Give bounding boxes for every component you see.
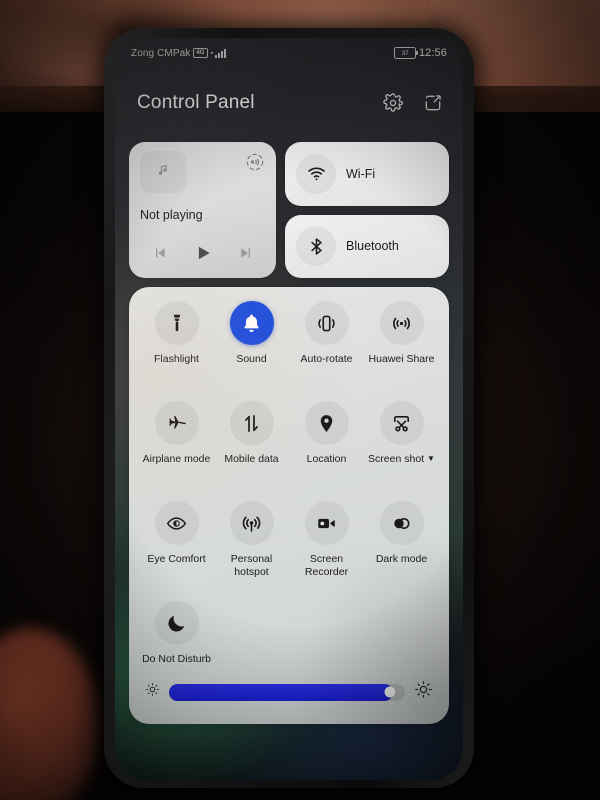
brightness-slider[interactable]	[169, 683, 405, 701]
next-track-button[interactable]	[238, 245, 254, 266]
toggle-label: Dark mode	[375, 553, 428, 565]
music-note-icon	[155, 161, 172, 183]
sun-large-icon	[414, 680, 433, 704]
album-art-placeholder	[140, 151, 186, 193]
sun-small-icon	[145, 682, 160, 702]
media-card[interactable]: Not playing	[129, 142, 276, 278]
toggle-personal-hotspot[interactable]: Personal hotspot	[214, 501, 289, 595]
mobile-data-icon	[229, 401, 274, 445]
brightness-slider-fill	[169, 683, 394, 701]
toggle-auto-rotate[interactable]: Auto-rotate	[289, 301, 364, 395]
page-title: Control Panel	[137, 92, 255, 113]
toggle-label: Eye Comfort	[147, 553, 206, 565]
bluetooth-label: Bluetooth	[346, 239, 399, 254]
wifi-tile[interactable]: Wi-Fi	[285, 142, 449, 206]
toggle-label: Location	[306, 453, 347, 465]
status-bar-right: 37 12:56	[393, 47, 447, 59]
brightness-control	[129, 680, 449, 704]
media-controls	[129, 243, 276, 268]
battery-level-label: 37	[401, 49, 409, 57]
toggle-label: Mobile data	[224, 453, 279, 465]
bluetooth-icon	[296, 226, 336, 267]
toggle-screen-recorder[interactable]: Screen Recorder	[289, 501, 364, 595]
toggle-location[interactable]: Location	[289, 401, 364, 495]
brightness-slider-knob[interactable]	[384, 686, 396, 698]
airplane-icon	[154, 401, 199, 445]
quick-toggles-grid: Flashlight Sound Auto-rotate Huawei Shar…	[139, 301, 439, 695]
toggle-label: Auto-rotate	[300, 353, 353, 365]
wifi-icon	[296, 153, 336, 194]
toggle-label: Screen shot ▼	[368, 453, 435, 466]
toggle-screenshot[interactable]: Screen shot ▼	[364, 401, 439, 495]
toggle-mobile-data[interactable]: Mobile data	[214, 401, 289, 495]
wifi-label: Wi-Fi	[346, 166, 376, 181]
chevron-down-icon[interactable]: ▼	[427, 454, 435, 463]
header-actions	[383, 93, 443, 113]
toggle-label: Personal hotspot	[230, 553, 273, 578]
status-bar: Zong CMPak 4G ▪ 37 12:56	[115, 38, 463, 68]
location-pin-icon	[304, 401, 349, 445]
audio-output-cast-icon[interactable]	[245, 152, 265, 172]
auto-rotate-icon	[304, 301, 349, 345]
top-cards-row: Not playing Wi-Fi Bluetooth	[129, 142, 449, 278]
eye-icon	[154, 501, 199, 545]
gear-icon[interactable]	[383, 93, 403, 113]
bluetooth-tile[interactable]: Bluetooth	[285, 214, 449, 278]
toggle-flashlight[interactable]: Flashlight	[139, 301, 214, 395]
toggle-label-text: Screen shot	[368, 453, 425, 466]
toggle-airplane-mode[interactable]: Airplane mode	[139, 401, 214, 495]
carrier-label: Zong CMPak	[131, 47, 191, 59]
media-status-label: Not playing	[140, 208, 203, 222]
clock-label: 12:56	[418, 47, 447, 59]
dark-mode-icon	[379, 501, 424, 545]
toggle-huawei-share[interactable]: Huawei Share	[364, 301, 439, 395]
toggle-dark-mode[interactable]: Dark mode	[364, 501, 439, 595]
toggle-sound[interactable]: Sound	[214, 301, 289, 395]
toggle-label: Sound	[236, 353, 267, 365]
previous-track-button[interactable]	[152, 245, 168, 266]
video-camera-icon	[304, 501, 349, 545]
toggle-label: Airplane mode	[142, 453, 211, 465]
edit-icon[interactable]	[423, 93, 443, 113]
quick-toggles-panel: Flashlight Sound Auto-rotate Huawei Shar…	[129, 287, 449, 724]
hotspot-icon	[229, 501, 274, 545]
play-button[interactable]	[193, 243, 213, 268]
network-type-badge: 4G	[193, 48, 208, 58]
battery-icon: 37	[393, 47, 418, 59]
connectivity-column: Wi-Fi Bluetooth	[285, 142, 449, 278]
toggle-label: Screen Recorder	[304, 553, 349, 578]
huawei-share-icon	[379, 301, 424, 345]
signal-bars-icon	[215, 48, 227, 58]
signal-secondary-icon: ▪	[210, 49, 214, 57]
scissors-screenshot-icon	[379, 401, 424, 445]
phone-device: Zong CMPak 4G ▪ 37 12:56 Control Panel N…	[104, 28, 474, 788]
bell-icon	[229, 301, 274, 345]
flashlight-icon	[154, 301, 199, 345]
toggle-label: Flashlight	[154, 353, 199, 365]
moon-icon	[154, 601, 199, 645]
toggle-label: Do Not Disturb	[142, 653, 211, 665]
toggle-label: Huawei Share	[368, 353, 435, 365]
control-panel-header: Control Panel	[115, 80, 463, 126]
photo-background: Zong CMPak 4G ▪ 37 12:56 Control Panel N…	[0, 0, 600, 800]
toggle-eye-comfort[interactable]: Eye Comfort	[139, 501, 214, 595]
status-bar-left: Zong CMPak 4G ▪	[131, 47, 227, 59]
phone-screen: Zong CMPak 4G ▪ 37 12:56 Control Panel N…	[115, 38, 463, 780]
